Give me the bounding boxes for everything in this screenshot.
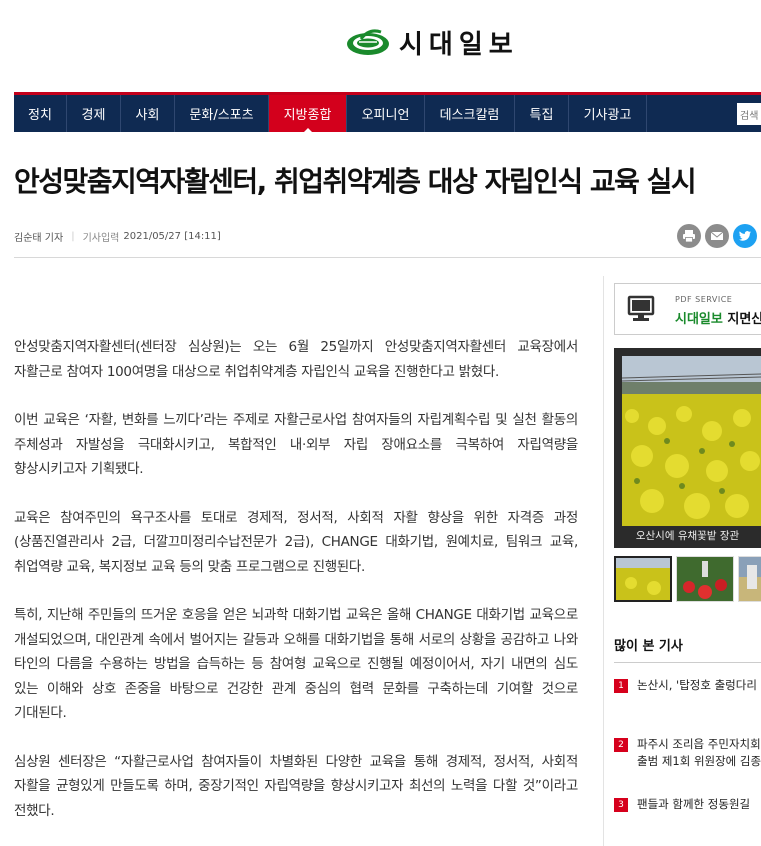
nav-item-regional[interactable]: 지방종합 <box>269 95 347 133</box>
article-paragraph: 특히, 지난해 주민들의 뜨거운 호응을 얻은 뇌과학 대화기법 교육은 올해 … <box>14 607 578 721</box>
column-divider <box>603 276 604 846</box>
popular-articles-title: 많이 본 기사 <box>614 639 683 654</box>
gallery-main-image[interactable] <box>622 356 761 526</box>
print-button[interactable] <box>677 224 701 248</box>
popular-article-item[interactable]: 1 논산시, '탑정호 출렁다리 <box>614 677 761 694</box>
email-button[interactable] <box>705 224 729 248</box>
pdf-service-brand: 시대일보 <box>675 312 723 327</box>
pdf-service-rest: 지면신 <box>722 312 761 327</box>
nav-item-desk-column[interactable]: 데스크칼럼 <box>425 95 515 132</box>
logo-text: 시대일보 <box>399 29 519 60</box>
nav-item-opinion[interactable]: 오피니언 <box>347 95 425 132</box>
author-name[interactable]: 김순태 기자 <box>14 229 63 244</box>
publish-date: 2021/05/27 [14:11] <box>123 231 221 242</box>
gallery-caption: 오산시에 유채꽃밭 장관 <box>635 530 740 542</box>
nav-item-economy[interactable]: 경제 <box>67 95 121 132</box>
article-paragraph: 심상원 센터장은 “자활근로사업 참여자들이 차별화된 다양한 교육을 통해 경… <box>14 753 578 819</box>
monitor-icon <box>627 295 655 321</box>
popular-article-item[interactable]: 3 팬들과 함께한 정동원길 <box>614 796 761 813</box>
print-icon <box>683 230 695 243</box>
article-paragraph: 교육은 참여주민의 욕구조사를 토대로 경제적, 정서적, 사회적 자활 향상을… <box>14 509 578 575</box>
search-input[interactable]: 검색 <box>737 103 761 125</box>
pdf-service-label: PDF SERVICE <box>675 295 733 304</box>
byline: 김순태 기자 | 기사입력 2021/05/27 [14:11] <box>14 229 221 244</box>
gallery-thumbnail[interactable] <box>676 556 734 602</box>
article-paragraph: 이번 교육은 ‘자활, 변화를 느끼다’라는 주제로 자활근로사업 참여자들의 … <box>14 412 578 477</box>
article-paragraph: 안성맞춤지역자활센터(센터장 심상원)는 오는 6월 25일까지 안성맞춤지역자… <box>14 339 578 380</box>
nav-item-society[interactable]: 사회 <box>121 95 175 132</box>
byline-separator: | <box>71 231 75 242</box>
date-label: 기사입력 <box>82 233 120 244</box>
popular-article-title: 논산시, '탑정호 출렁다리 <box>637 678 757 692</box>
rank-badge: 3 <box>614 797 628 812</box>
pdf-service-banner[interactable]: PDF SERVICE 시대일보 지면신 <box>614 283 761 335</box>
nav-item-special[interactable]: 특집 <box>515 95 569 132</box>
nav-item-culture-sports[interactable]: 문화/스포츠 <box>175 95 269 132</box>
main-nav: 정치 경제 사회 문화/스포츠 지방종합 오피니언 데스크칼럼 특집 기사광고 … <box>14 92 761 133</box>
logo-emblem-icon <box>347 29 389 55</box>
popular-article-title: 파주시 조리읍 주민자치회 <box>637 737 761 751</box>
site-logo[interactable]: 시대일보 <box>345 24 519 60</box>
twitter-icon <box>739 231 752 241</box>
popular-divider <box>614 662 761 663</box>
gallery-thumbnail[interactable] <box>614 556 672 602</box>
twitter-share-button[interactable] <box>733 224 757 248</box>
header-divider <box>14 257 761 258</box>
gallery-thumbnails <box>614 556 761 612</box>
pdf-service-title: 시대일보 지면신 <box>675 308 761 327</box>
nav-item-article-ad[interactable]: 기사광고 <box>569 95 647 132</box>
popular-article-item[interactable]: 2 파주시 조리읍 주민자치회 출범 제1회 위원장에 김종 <box>614 736 761 770</box>
popular-article-title-cont: 출범 제1회 위원장에 김종 <box>637 754 761 768</box>
gallery-thumbnail[interactable] <box>738 556 761 602</box>
article-body: 안성맞춤지역자활센터(센터장 심상원)는 오는 6월 25일까지 안성맞춤지역자… <box>14 335 578 846</box>
rank-badge: 1 <box>614 678 628 693</box>
rank-badge: 2 <box>614 737 628 752</box>
photo-gallery[interactable]: 오산시에 유채꽃밭 장관 <box>614 348 761 548</box>
popular-article-title: 팬들과 함께한 정동원길 <box>637 797 751 811</box>
nav-item-politics[interactable]: 정치 <box>14 95 67 132</box>
email-icon <box>710 231 724 240</box>
article-title: 안성맞춤지역자활센터, 취업취약계층 대상 자립인식 교육 실시 <box>14 165 697 198</box>
